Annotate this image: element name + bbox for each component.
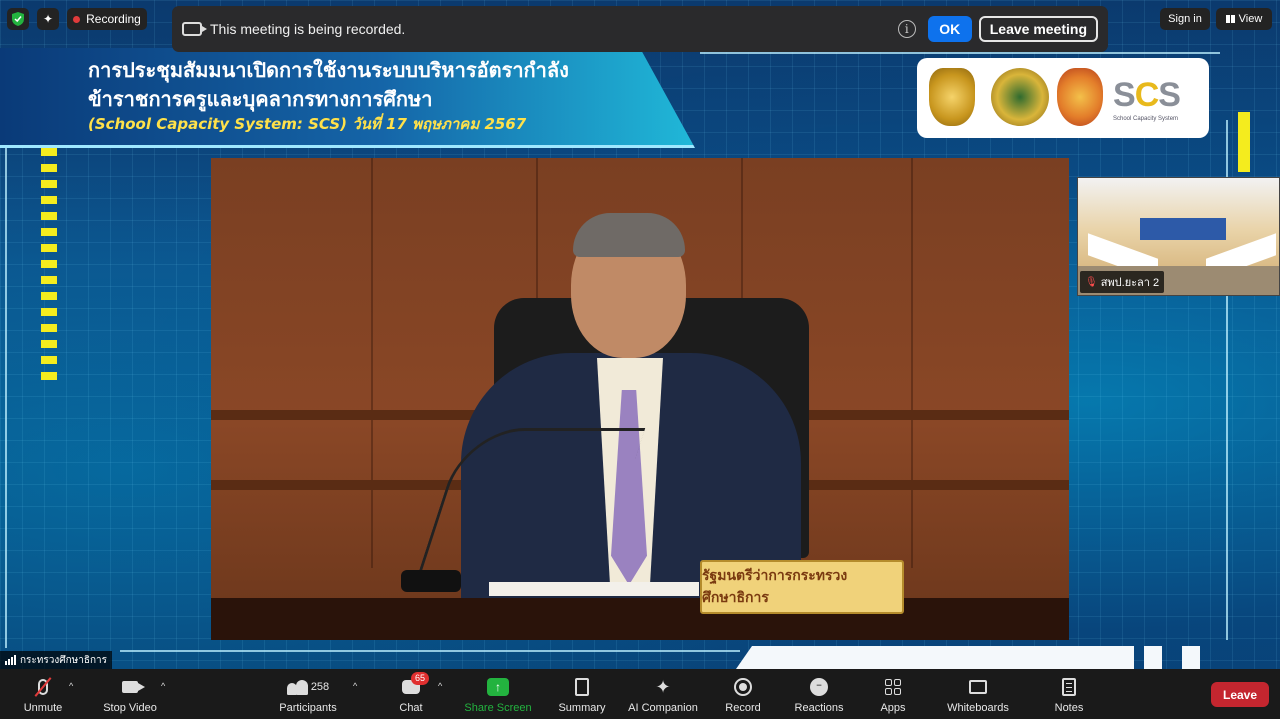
main-speaker-video: รัฐมนตรีว่าการกระทรวงศึกษาธิการ (211, 158, 1069, 640)
microphone-base (401, 570, 461, 592)
participant-name-tag: 🎙 สพป.ยะลา 2 (1080, 271, 1165, 293)
logo-box: SCS School Capacity System (917, 58, 1209, 138)
stop-video-button[interactable]: Stop Video (100, 669, 160, 719)
video-recording-icon (182, 22, 207, 36)
reactions-button[interactable]: ⁻ Reactions (792, 669, 846, 719)
participants-icon (286, 679, 309, 695)
recording-dot-icon (73, 15, 81, 23)
chat-options-chevron-icon[interactable]: ^ (438, 681, 442, 691)
scs-logo-subtext: School Capacity System (1113, 116, 1179, 122)
video-options-chevron-icon[interactable]: ^ (161, 681, 165, 691)
view-label: View (1238, 13, 1263, 25)
ai-companion-button[interactable]: ✦ AI Companion (624, 669, 702, 719)
papers (489, 582, 699, 596)
decor-white-bar (736, 646, 1134, 669)
ai-sparkle-icon: ✦ (655, 677, 671, 697)
frame-line-top (700, 52, 1220, 54)
notes-icon (1062, 678, 1076, 696)
share-screen-icon: ↑ (487, 678, 509, 696)
summary-label: Summary (558, 702, 606, 714)
recording-indicator[interactable]: Recording (67, 8, 147, 30)
title-line-2: ข้าราชการครูและบุคลากรทางการศึกษา (88, 87, 433, 111)
chat-label: Chat (399, 702, 423, 714)
view-button[interactable]: View (1216, 8, 1272, 30)
muted-mic-icon: 🎙 (1085, 276, 1098, 288)
wall-panel-line (371, 158, 373, 568)
speaker-hair (573, 213, 685, 257)
participant-count: 258 (310, 681, 330, 693)
view-grid-icon (1225, 15, 1235, 23)
title-banner: การประชุมสัมมนาเปิดการใช้งานระบบบริหารอั… (0, 48, 695, 148)
security-shield-button[interactable] (7, 8, 29, 30)
frame-line-bottom (120, 650, 740, 652)
recording-label: Recording (86, 12, 141, 26)
apps-label: Apps (880, 702, 906, 714)
whiteboards-label: Whiteboards (947, 702, 1009, 714)
participant-name: สพป.ยะลา 2 (1100, 277, 1160, 289)
summary-icon (575, 678, 589, 696)
room-screen (1140, 218, 1226, 240)
emblem-icon-3 (1057, 68, 1103, 126)
notes-label: Notes (1054, 702, 1084, 714)
notes-button[interactable]: Notes (1050, 669, 1088, 719)
info-icon[interactable]: i (897, 20, 916, 38)
decor-white-bar (1182, 646, 1200, 669)
summary-button[interactable]: Summary (554, 669, 610, 719)
recording-notice-banner: This meeting is being recorded. i OK Lea… (172, 6, 1108, 52)
active-speaker-name: กระทรวงศึกษาธิการ (20, 654, 108, 666)
stop-video-label: Stop Video (103, 702, 157, 714)
participant-thumbnail-video[interactable]: 🎙 สพป.ยะลา 2 (1077, 177, 1280, 296)
wall-panel-line (911, 158, 913, 568)
decor-white-bar (1144, 646, 1162, 669)
title-line-3: (School Capacity System: SCS) วันที่ 17 … (88, 115, 527, 133)
frame-line-left (5, 148, 7, 648)
ai-companion-top-button[interactable]: ✦ (37, 8, 59, 30)
leave-button[interactable]: Leave (1211, 682, 1269, 707)
apps-grid-icon (885, 679, 901, 695)
participants-options-chevron-icon[interactable]: ^ (353, 681, 357, 691)
leave-meeting-button[interactable]: Leave meeting (978, 16, 1098, 42)
active-speaker-label: กระทรวงศึกษาธิการ (0, 651, 113, 669)
sparkle-icon: ✦ (42, 12, 54, 26)
audio-options-chevron-icon[interactable]: ^ (69, 681, 73, 691)
shield-icon (12, 12, 24, 26)
ai-companion-label: AI Companion (628, 702, 698, 714)
unmute-label: Unmute (23, 702, 63, 714)
unmute-button[interactable]: Unmute (18, 669, 68, 719)
whiteboards-button[interactable]: Whiteboards (944, 669, 1012, 719)
reactions-label: Reactions (794, 702, 844, 714)
nameplate: รัฐมนตรีว่าการกระทรวงศึกษาธิการ (700, 560, 904, 614)
chat-unread-badge: 65 (411, 672, 430, 685)
record-icon (734, 678, 752, 696)
record-label: Record (725, 702, 761, 714)
signal-bars-icon (5, 655, 16, 665)
share-screen-label: Share Screen (464, 702, 532, 714)
camera-icon (122, 681, 145, 693)
apps-button[interactable]: Apps (876, 669, 910, 719)
sign-in-button[interactable]: Sign in (1160, 8, 1210, 30)
participants-button[interactable]: 258 Participants (276, 669, 340, 719)
meeting-toolbar: Unmute ^ Stop Video ^ 258 Participants ^… (0, 669, 1280, 719)
emblem-icon-1 (929, 68, 975, 126)
chat-button[interactable]: 65 Chat (394, 669, 430, 719)
reactions-smiley-icon: ⁻ (810, 678, 828, 696)
ok-button[interactable]: OK (927, 16, 972, 42)
record-button[interactable]: Record (722, 669, 764, 719)
scs-logo: SCS (1113, 76, 1181, 114)
desk (211, 598, 1069, 640)
whiteboard-icon (969, 680, 987, 694)
emblem-icon-2 (991, 68, 1049, 126)
recording-notice-message: This meeting is being recorded. (210, 21, 406, 37)
share-screen-button[interactable]: ↑ Share Screen (462, 669, 534, 719)
decor-yellow-dots (41, 148, 57, 383)
shared-screen: การประชุมสัมมนาเปิดการใช้งานระบบบริหารอั… (0, 0, 1280, 669)
title-line-1: การประชุมสัมมนาเปิดการใช้งานระบบบริหารอั… (88, 58, 569, 82)
participants-label: Participants (279, 702, 337, 714)
